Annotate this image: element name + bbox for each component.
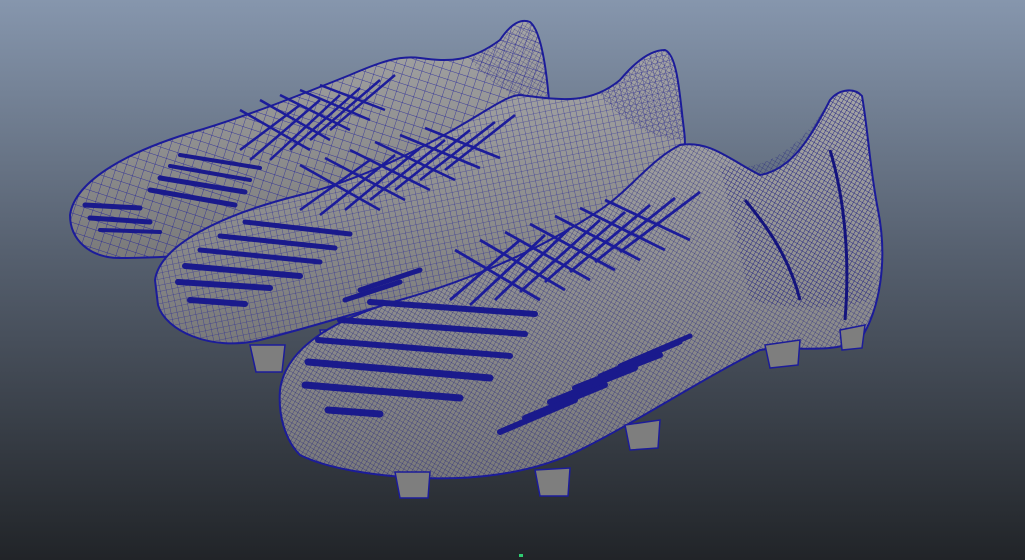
- viewport-canvas[interactable]: [0, 0, 1025, 560]
- 3d-viewport[interactable]: [0, 0, 1025, 560]
- axis-indicator: [519, 554, 523, 557]
